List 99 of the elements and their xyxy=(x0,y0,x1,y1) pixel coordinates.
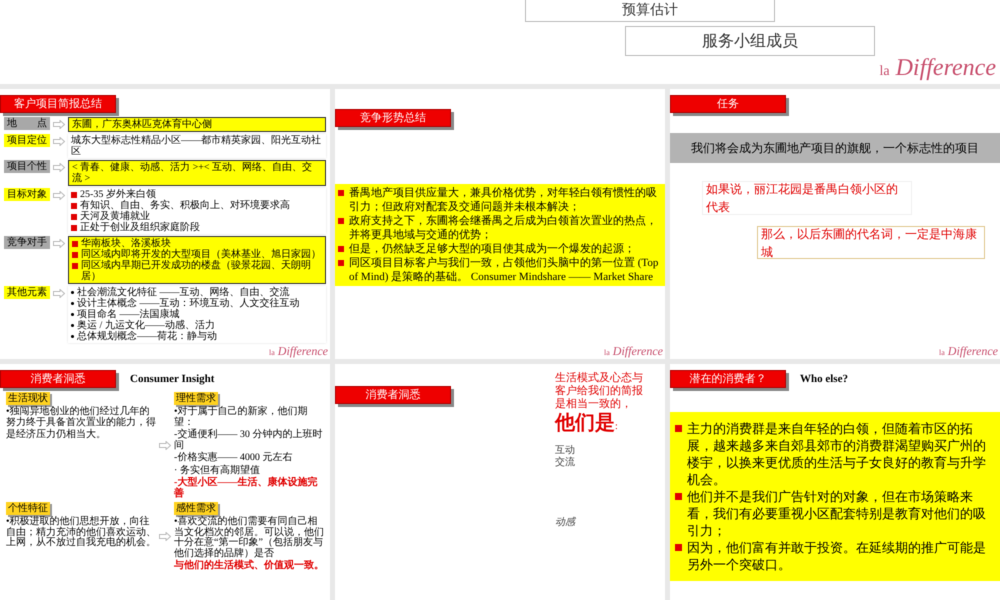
slide[interactable] xyxy=(0,89,330,359)
bullet-text: 同区项目目标客户与我们一致，占领他们头脑中的第一位置 (Top of Mind) 是策略的基础。 Consumer Mindshare —— Market Share xyxy=(349,256,660,284)
bullet-icon xyxy=(71,214,77,220)
insight-text: -大型小区——生活、康体设施完善 xyxy=(174,478,318,499)
arrow-icon xyxy=(53,137,65,146)
bullet-icon xyxy=(338,246,344,252)
row-text: 东圃，广东奥林匹克体育中心侧 xyxy=(72,119,212,130)
row-text: 设计主体概念 ——互动：环境互动、人文交往互动 xyxy=(77,298,300,309)
row-text: 25-35 岁外来白领 xyxy=(80,189,156,200)
insight-text: -交通便利—— 30 分钟内的上班时间 xyxy=(174,430,324,451)
insight-text: •独闯异地创业的他们经过几年的努力终于具备首次置业的能力，得 xyxy=(6,407,156,428)
slide-title: 客户项目简报总结 xyxy=(0,95,116,113)
slide[interactable]: 预算估计 服务小组成员 la Difference xyxy=(0,0,1000,84)
row-label: 地 点 xyxy=(4,117,50,130)
arrow-icon xyxy=(53,191,65,200)
bullet-icon xyxy=(71,291,74,294)
slide[interactable] xyxy=(0,364,330,600)
row-text: 同区域内早期已开发成功的楼盘（骏景花园、天朗明居） xyxy=(81,260,312,282)
arrow-icon xyxy=(159,532,171,542)
bullet-icon xyxy=(71,225,77,231)
bullet-text: 因为，他们富有并敢于投资。在延续期的推广可能是另外一个突破口。 xyxy=(687,539,987,573)
row-text: 同区域内即将开发的大型项目（美林基业、旭日家园） xyxy=(81,249,321,260)
colon-text: : xyxy=(615,420,618,434)
section-box: 服务小组成员 xyxy=(625,26,875,56)
row-text: 项目命名 ——法国康城 xyxy=(77,309,180,320)
row-label: 目标对象 xyxy=(4,188,50,201)
row-text: 华南板块、洛溪板块 xyxy=(81,238,171,249)
bullet-icon xyxy=(71,335,74,338)
logo: la Difference xyxy=(879,56,996,80)
slide-title: 任务 xyxy=(670,95,786,113)
row-label: 竞争对手 xyxy=(4,236,50,249)
slide-title: 潜在的消费者？ xyxy=(670,370,786,388)
row-text: 城东大型标志性精品小区——都市精英家园、阳光互动社区 xyxy=(71,135,322,157)
slide[interactable]: 消费者洞悉 生活模式及心态与客户给我们的简报是相当一致的， 他们是: 互动 交流 动感 xyxy=(335,364,665,600)
row-text: 正处于创业及组织家庭阶段 xyxy=(80,222,200,233)
banner: 我们将会成为东圃地产项目的旗舰，一个标志性的项目 xyxy=(670,133,1000,163)
lead-text: 生活模式及心态与客户给我们的简报是相当一致的， xyxy=(555,372,644,411)
arrow-icon xyxy=(53,239,65,248)
bullet-icon xyxy=(72,241,78,247)
tag: 感性需求 xyxy=(174,502,218,515)
tag: 理性需求 xyxy=(174,392,218,405)
insight-text: · 务实但有高期望值 xyxy=(174,466,261,476)
arrow-icon xyxy=(53,120,65,129)
bullet-icon xyxy=(675,425,682,432)
bullet-icon xyxy=(71,313,74,316)
section-box: 预算估计 xyxy=(525,0,775,22)
bullet-icon xyxy=(71,324,74,327)
insight-text: •对于属于自己的新家，他们期望： xyxy=(174,407,309,428)
bullet-icon xyxy=(675,544,682,551)
word-text: 交流 xyxy=(555,457,575,469)
arrow-icon xyxy=(53,289,65,298)
slide-subtitle: Who else? xyxy=(800,372,848,387)
slide[interactable] xyxy=(335,89,665,359)
word-text: 互动 xyxy=(555,445,575,456)
row-label: 项目个性 xyxy=(4,160,50,173)
slide[interactable]: 潜在的消费者？ Who else? 主力的消费群是来自年轻的白领，但随着市区的拓展，越来越多来自郊县郊市的消费群渴望购买广州的楼宇，以换来更优质的生活与子女良好的教育与升学机会。 他们并不是我们广告针对的对象，但在市场策略来看，我们有必要重视小区配套特别是教育对他们的吸引力； 因为，他们富有并敢于投资。在延续期的推广可能是另外一个突破口。 xyxy=(670,364,1000,600)
tag: 个性特征 xyxy=(6,502,50,515)
slide-subtitle: Consumer Insight xyxy=(130,372,214,387)
insight-text: -价格实惠—— 4000 元左右 xyxy=(174,453,294,464)
bullet-icon xyxy=(71,192,77,198)
slide-title: 消费者洞悉 xyxy=(335,386,451,404)
bullet-text: 主力的消费群是来自年轻的白领，但随着市区的拓展，越来越多来自郊县郊市的消费群渴望购买广州的楼宇，以换来更优质的生活与子女良好的教育与升学机会。 xyxy=(687,420,987,488)
row-text: < 青春、健康、动感、活力 >+< 互动、网络、自由、交流 > xyxy=(72,162,314,184)
bullet-icon xyxy=(338,260,344,266)
row-text: 有知识、自由、务实、积极向上、对环境要求高 xyxy=(80,200,290,211)
bullet-icon xyxy=(675,493,682,500)
statement-box: 那么，以后东圃的代名词，一定是中海康城 xyxy=(757,226,985,259)
bullet-text: 番禺地产项目供应量大，兼具价格优势，对年轻白领有惯性的吸引力；但政府对配套及交通问题并未根本解决； xyxy=(349,186,658,214)
tag: 生活现状 xyxy=(6,392,50,405)
arrow-icon xyxy=(159,441,171,450)
row-text: 总体规划概念——荷花：静与动 xyxy=(77,331,217,342)
statement-box: 如果说，丽江花园是番禺白领小区的代表 xyxy=(702,181,912,215)
bullet-icon xyxy=(338,190,344,196)
bullet-text: 政府支持之下，东圃将会继番禺之后成为白领首次置业的热点，并将更具地域与交通的优势； xyxy=(349,214,658,242)
slide-title: 竞争形势总结 xyxy=(335,109,451,127)
row-text: 社会潮流文化特征 ——互动、网络、自由、交流 xyxy=(77,287,290,298)
insight-text: 与他们的生活模式、价值观一致。 xyxy=(174,561,325,572)
row-text: 天河及黄埔就业 xyxy=(80,211,150,222)
arrow-icon xyxy=(53,163,65,172)
row-label: 其他元素 xyxy=(4,286,50,299)
logo: la Difference xyxy=(939,345,998,357)
row-label: 项目定位 xyxy=(4,134,50,147)
bullet-icon xyxy=(71,203,77,209)
word-text: 动感 xyxy=(555,517,575,529)
insight-text: •积极进取的他们思想开放，向往自由；精力充沛的他们喜欢运动、上网，从不放过自我充电的机会。 xyxy=(6,517,156,548)
logo: la Difference xyxy=(269,345,328,357)
slide[interactable]: 任务 我们将会成为东圃地产项目的旗舰，一个标志性的项目 如果说，丽江花园是番禺白领小区的代表 那么，以后东圃的代名词，一定是中海康城 la Difference xyxy=(670,89,1000,359)
bullet-text: 但是，仍然缺乏足够大型的项目使其成为一个爆发的起源； xyxy=(349,242,635,256)
slide-title: 消费者洞悉 xyxy=(0,370,116,388)
bullet-icon xyxy=(71,302,74,305)
bullet-icon xyxy=(72,263,78,269)
emphasis-text: 他们是 xyxy=(555,411,615,435)
insight-text: •喜欢交流的他们需要有同自己相当文化档次的邻居。可以说，他们十分在意“第一印象”（包括朋友与他们选择的品牌）是否 xyxy=(174,517,325,559)
bullet-icon xyxy=(72,252,78,258)
logo: la Difference xyxy=(604,345,663,357)
bullet-icon xyxy=(338,218,344,224)
row-text: 奥运 / 九运文化——动感、活力 xyxy=(77,320,215,331)
insight-text: 是经济压力仍相当大。 xyxy=(6,430,107,440)
bullet-text: 他们并不是我们广告针对的对象，但在市场策略来看，我们有必要重视小区配套特别是教育对他们的吸引力； xyxy=(687,488,987,539)
